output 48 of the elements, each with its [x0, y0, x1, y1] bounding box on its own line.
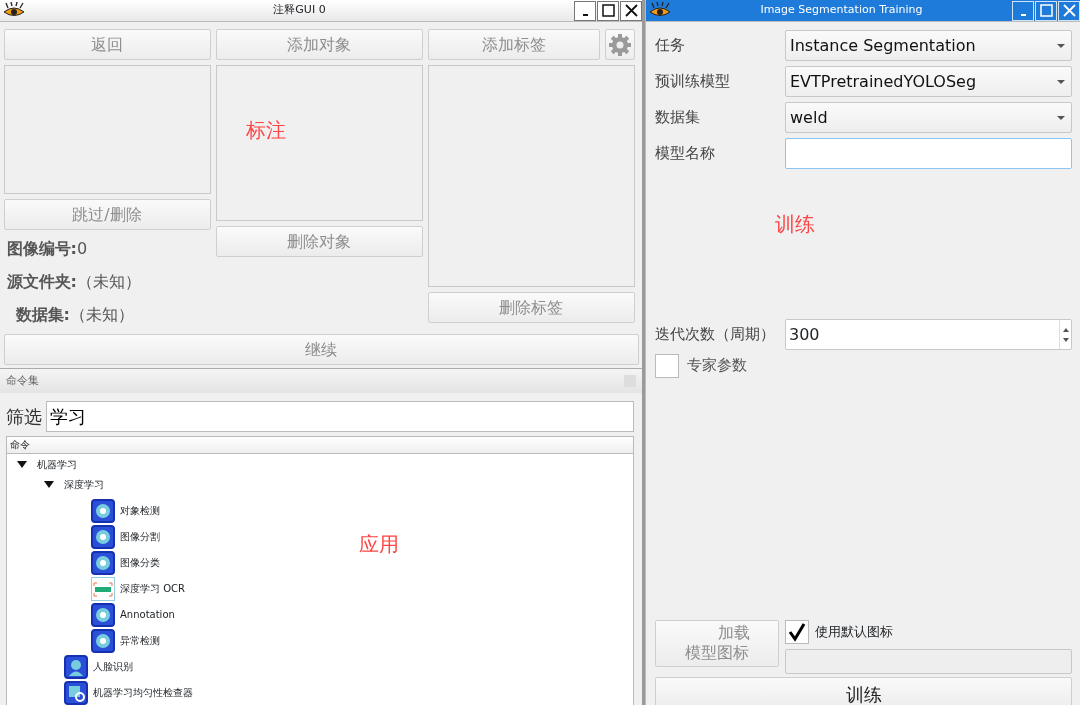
minimize-icon[interactable]	[574, 0, 596, 21]
spin-arrows-icon[interactable]	[1059, 320, 1071, 349]
tree-item[interactable]: 图像分类	[7, 549, 160, 576]
expand-caret-icon[interactable]	[17, 460, 27, 469]
overlay-note: 训练	[775, 211, 815, 238]
tree-item[interactable]: 深度学习 OCR	[7, 575, 185, 602]
dropdown[interactable]: weld	[785, 102, 1072, 133]
ocr-icon	[91, 576, 115, 601]
field-label: 预训练模型	[655, 71, 731, 93]
window-title: Image Segmentation Training	[759, 2, 924, 19]
info-text: 数据集:（未知）	[14, 304, 135, 326]
spin-box[interactable]: 300	[785, 319, 1072, 350]
dropdown-arrow-icon[interactable]	[1057, 115, 1065, 120]
window-title: 注释GUI 0	[272, 2, 327, 19]
tree-item[interactable]: 图像分割	[7, 523, 160, 550]
panel-title: 命令集	[6, 372, 39, 389]
tree-item[interactable]: 深度学习	[7, 477, 104, 492]
checkbox-label: 使用默认图标	[815, 622, 893, 641]
text-field[interactable]	[785, 138, 1072, 169]
dropdown-arrow-icon[interactable]	[1057, 43, 1065, 48]
tree-item[interactable]: 异常检测	[7, 627, 160, 654]
dropdown[interactable]: EVTPretrainedYOLOSeg	[785, 66, 1072, 97]
close-icon[interactable]	[620, 0, 642, 21]
expand-caret-icon[interactable]	[44, 480, 54, 489]
checkbox[interactable]	[655, 353, 679, 378]
field-label: 数据集	[655, 107, 701, 129]
tree-item[interactable]: 人脸识别	[7, 653, 133, 680]
filter-label: 筛选	[6, 405, 42, 429]
filter-field[interactable]: 学习	[46, 401, 634, 432]
dropdown[interactable]: Instance Segmentation	[785, 30, 1072, 61]
tree-item[interactable]: 机器学习	[7, 457, 77, 472]
checkbox-label: 专家参数	[687, 355, 747, 377]
info-text: 源文件夹:（未知）	[5, 271, 142, 293]
overlay-note: 应用	[359, 531, 399, 558]
checkbox[interactable]	[785, 619, 809, 644]
tree-item[interactable]: Annotation	[7, 601, 175, 628]
field-label: 任务	[655, 35, 686, 57]
face-icon	[64, 654, 88, 679]
field-label: 迭代次数（周期）	[655, 324, 776, 346]
train-button[interactable]: 训练	[655, 677, 1072, 705]
dropdown-arrow-icon[interactable]	[1057, 79, 1065, 84]
column-header: 命令	[7, 437, 633, 454]
info-text: 图像编号:0	[5, 238, 89, 260]
tree-item[interactable]: 对象检测	[7, 497, 160, 524]
maximize-icon[interactable]	[597, 0, 619, 21]
overlay-note: 标注	[245, 117, 286, 144]
tree-item[interactable]: 机器学习均匀性检查器	[7, 679, 193, 705]
field-label: 模型名称	[655, 143, 716, 165]
